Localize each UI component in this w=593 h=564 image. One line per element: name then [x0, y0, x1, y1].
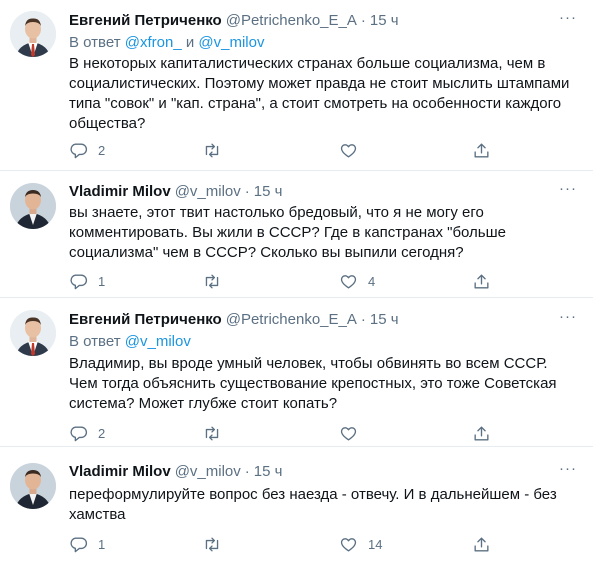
share-upload-icon	[474, 536, 489, 552]
tweet-actions: 1 4	[67, 270, 497, 292]
share-upload-icon	[474, 273, 489, 289]
like-button[interactable]	[339, 422, 368, 444]
like-button[interactable]: 14	[339, 533, 382, 555]
tweet-text: вы знаете, этот твит настолько бредовый,…	[69, 204, 506, 261]
tweet-actions: 1 14	[67, 533, 497, 555]
avatar[interactable]	[10, 11, 56, 57]
mention-joiner: и	[185, 34, 195, 51]
share-button[interactable]	[472, 533, 491, 555]
retweet-arrows-icon	[205, 425, 219, 441]
separator-dot: ·	[244, 183, 250, 200]
more-dots-icon[interactable]: ···	[557, 461, 579, 482]
heart-icon	[340, 274, 357, 289]
replying-to-label: В ответ	[69, 333, 121, 350]
avatar-image	[10, 310, 56, 356]
timestamp[interactable]: 15 ч	[370, 311, 399, 328]
replying-to: В ответ @v_milov	[69, 332, 191, 352]
retweet-arrows-icon	[205, 142, 219, 158]
reply-bubble-icon	[70, 425, 88, 441]
reply-count: 2	[98, 425, 106, 441]
tweet-2[interactable]: Vladimir Milov @v_milov · 15 ч ··· вы знает…	[0, 171, 593, 297]
avatar[interactable]	[10, 463, 56, 509]
reply-button[interactable]: 1	[69, 270, 105, 292]
share-button[interactable]	[472, 270, 491, 292]
mention-link[interactable]: @xfron_	[125, 34, 182, 51]
share-button[interactable]	[472, 422, 491, 444]
author-name[interactable]: Евгений Петриченко	[69, 12, 222, 29]
tweet-header: Евгений Петриченко @Petrichenko_E_A · 15 ч	[69, 310, 399, 330]
retweet-arrows-icon	[205, 536, 219, 552]
reply-bubble-icon	[70, 273, 88, 289]
retweet-arrows-icon	[205, 273, 219, 289]
reply-count: 1	[98, 536, 106, 552]
like-button[interactable]: 4	[339, 270, 375, 292]
avatar-image	[10, 463, 56, 509]
reply-bubble-icon	[70, 142, 88, 158]
tweet-text: В некоторых капиталистических странах бо…	[69, 55, 570, 132]
tweet-header: Vladimir Milov @v_milov · 15 ч	[69, 462, 282, 482]
author-name[interactable]: Vladimir Milov	[69, 183, 171, 200]
tweet-1[interactable]: Евгений Петриченко @Petrichenko_E_A · 15 ч …	[0, 0, 593, 170]
author-handle[interactable]: @v_milov	[175, 463, 241, 480]
mention-link[interactable]: @v_milov	[125, 333, 191, 350]
reply-button[interactable]: 2	[69, 139, 105, 161]
retweet-button[interactable]	[202, 422, 232, 444]
timestamp[interactable]: 15 ч	[254, 183, 283, 200]
more-dots-icon[interactable]: ···	[557, 309, 579, 330]
tweet-text: Владимир, вы вроде умный человек, чтобы …	[69, 355, 557, 412]
separator-dot: ·	[360, 12, 366, 29]
reply-count: 1	[98, 273, 106, 289]
retweet-button[interactable]	[202, 270, 232, 292]
retweet-button[interactable]	[202, 533, 232, 555]
avatar[interactable]	[10, 310, 56, 356]
reply-button[interactable]: 2	[69, 422, 105, 444]
retweet-button[interactable]	[202, 139, 232, 161]
tweet-text: переформулируйте вопрос без наезда - отв…	[69, 486, 557, 523]
like-count: 14	[368, 536, 383, 552]
mention-link[interactable]: @v_milov	[198, 34, 264, 51]
replying-to: В ответ @xfron_ и @v_milov	[69, 33, 264, 53]
more-dots-icon[interactable]: ···	[557, 181, 579, 202]
timestamp[interactable]: 15 ч	[254, 463, 283, 480]
heart-icon	[340, 426, 357, 441]
tweet-4[interactable]: Vladimir Milov @v_milov · 15 ч ··· переформ…	[0, 447, 593, 564]
timestamp[interactable]: 15 ч	[370, 12, 399, 29]
separator-dot: ·	[360, 311, 366, 328]
heart-icon	[340, 537, 357, 552]
share-upload-icon	[474, 425, 489, 441]
author-name[interactable]: Евгений Петриченко	[69, 311, 222, 328]
tweet-header: Евгений Петриченко @Petrichenko_E_A · 15 ч	[69, 11, 399, 31]
avatar-image	[10, 11, 56, 57]
like-button[interactable]	[339, 139, 368, 161]
reply-count: 2	[98, 142, 106, 158]
avatar[interactable]	[10, 183, 56, 229]
more-dots-icon[interactable]: ···	[557, 10, 579, 31]
like-count: 4	[368, 273, 376, 289]
replying-to-label: В ответ	[69, 34, 121, 51]
author-handle[interactable]: @Petrichenko_E_A	[226, 311, 357, 328]
author-handle[interactable]: @Petrichenko_E_A	[226, 12, 357, 29]
tweet-actions: 2	[67, 139, 497, 161]
reply-button[interactable]: 1	[69, 533, 105, 555]
author-handle[interactable]: @v_milov	[175, 183, 241, 200]
author-name[interactable]: Vladimir Milov	[69, 463, 171, 480]
share-button[interactable]	[472, 139, 491, 161]
tweet-header: Vladimir Milov @v_milov · 15 ч	[69, 182, 282, 202]
tweet-actions: 2	[67, 422, 497, 444]
reply-bubble-icon	[70, 536, 88, 552]
heart-icon	[340, 143, 357, 158]
share-upload-icon	[474, 142, 489, 158]
avatar-image	[10, 183, 56, 229]
tweet-3[interactable]: Евгений Петриченко @Petrichenko_E_A · 15 ч …	[0, 298, 593, 446]
separator-dot: ·	[244, 463, 250, 480]
